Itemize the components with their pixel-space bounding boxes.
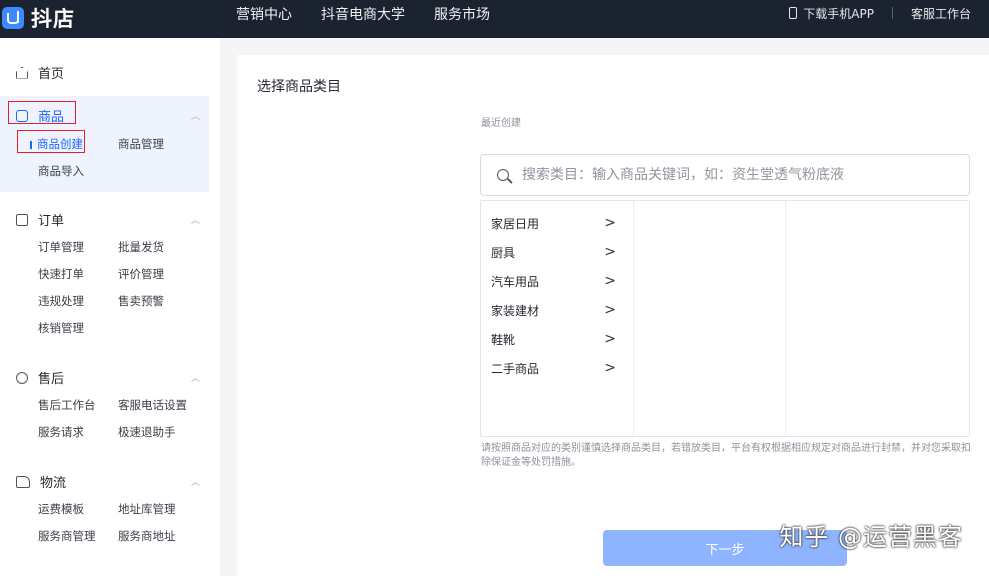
logo-text: 抖店 (31, 7, 75, 31)
sidebar-item-aftersales-desk[interactable]: 售后工作台 (38, 397, 96, 413)
sidebar-item-goods-import[interactable]: 商品导入 (38, 163, 84, 179)
chevron-right-icon: > (604, 215, 616, 231)
column-divider (633, 201, 634, 436)
chevron-right-icon: > (604, 360, 616, 376)
category-label: 家装建材 (491, 303, 540, 318)
douyin-store-logo-icon (2, 7, 24, 29)
category-item[interactable]: 二手商品 > (491, 358, 616, 378)
home-icon (16, 66, 28, 79)
chevron-up-icon: ︿ (190, 374, 200, 384)
download-app-link[interactable]: 下载手机APP (803, 5, 874, 22)
highlight-box-goods-create (17, 130, 85, 153)
order-icon (16, 213, 28, 226)
category-item[interactable]: 厨具 > (491, 242, 616, 262)
chevron-right-icon: > (604, 331, 616, 347)
sidebar-item-verification[interactable]: 核销管理 (38, 320, 84, 336)
main-content: 选择商品类目 最近创建 家居日用 > 厨具 > 汽车用品 > 家装建材 > 鞋靴 > 二手… (237, 55, 989, 576)
divider (891, 7, 893, 19)
sidebar-item-provider-address[interactable]: 服务商地址 (118, 528, 176, 544)
category-search-input[interactable] (522, 167, 942, 183)
sidebar-item-freight-template[interactable]: 运费模板 (38, 501, 84, 517)
service-desk-link[interactable]: 客服工作台 (911, 5, 971, 22)
chevron-up-icon: ︿ (190, 478, 200, 488)
sidebar-item-service-request[interactable]: 服务请求 (38, 424, 84, 440)
sidebar: 首页 商品 ︿ 商品创建 商品管理 商品导入 订单 ︿ 订单管理 批量发货 快速… (0, 38, 220, 576)
sidebar-item-sales-alert[interactable]: 售卖预警 (118, 293, 164, 309)
sidebar-group-label: 物流 (40, 476, 67, 491)
top-right-actions: 下载手机APP 客服工作台 (789, 0, 971, 26)
logo[interactable]: 抖店 (2, 3, 75, 33)
sidebar-item-provider-manage[interactable]: 服务商管理 (38, 528, 96, 544)
category-search-box[interactable] (480, 154, 970, 196)
top-nav: 营销中心 抖音电商大学 服务市场 (236, 0, 519, 28)
sidebar-item-home[interactable]: 首页 (16, 63, 64, 82)
chevron-right-icon: > (604, 302, 616, 318)
sidebar-group-label: 订单 (38, 214, 65, 229)
sidebar-item-phone-settings[interactable]: 客服电话设置 (118, 397, 187, 413)
page-title: 选择商品类目 (257, 79, 341, 95)
category-item[interactable]: 汽车用品 > (491, 271, 616, 291)
chevron-up-icon: ︿ (190, 216, 200, 226)
nav-ecommerce-university[interactable]: 抖音电商大学 (321, 4, 405, 24)
sidebar-item-batch-ship[interactable]: 批量发货 (118, 239, 164, 255)
chevron-up-icon: ︿ (190, 112, 200, 122)
sidebar-home-label: 首页 (38, 67, 65, 82)
highlight-box-goods (8, 101, 76, 124)
category-selector: 家居日用 > 厨具 > 汽车用品 > 家装建材 > 鞋靴 > 二手商品 > (480, 200, 970, 437)
recent-created-label: 最近创建 (481, 118, 521, 129)
chevron-right-icon: > (604, 244, 616, 260)
sidebar-group-orders[interactable]: 订单 ︿ (16, 210, 200, 229)
sidebar-group-aftersales[interactable]: 售后 ︿ (16, 368, 200, 387)
search-icon (497, 169, 509, 181)
category-label: 家居日用 (491, 216, 540, 231)
sidebar-item-fast-refund[interactable]: 极速退助手 (118, 424, 176, 440)
sidebar-item-violation[interactable]: 违规处理 (38, 293, 84, 309)
sidebar-group-label: 售后 (38, 372, 65, 387)
category-item[interactable]: 家装建材 > (491, 300, 616, 320)
category-item[interactable]: 鞋靴 > (491, 329, 616, 349)
nav-marketing-center[interactable]: 营销中心 (236, 4, 292, 24)
category-notice: 请按照商品对应的类别谨慎选择商品类目，若错放类目，平台有权根据相应规定对商品进行… (481, 443, 971, 468)
nav-service-market[interactable]: 服务市场 (434, 4, 490, 24)
sidebar-item-review-manage[interactable]: 评价管理 (118, 266, 164, 282)
sidebar-group-logistics[interactable]: 物流 ︿ (16, 472, 200, 491)
column-divider (785, 201, 786, 436)
truck-icon (16, 475, 30, 488)
zhihu-watermark: 知乎 @运营黑客 (779, 523, 963, 551)
sidebar-item-goods-manage[interactable]: 商品管理 (118, 136, 164, 152)
box-icon (16, 371, 28, 384)
sidebar-item-quick-print[interactable]: 快速打单 (38, 266, 84, 282)
category-label: 鞋靴 (491, 332, 516, 347)
category-label: 汽车用品 (491, 274, 540, 289)
category-label: 厨具 (491, 245, 516, 260)
category-item[interactable]: 家居日用 > (491, 213, 616, 233)
sidebar-item-order-manage[interactable]: 订单管理 (38, 239, 84, 255)
category-label: 二手商品 (491, 361, 540, 376)
chevron-right-icon: > (604, 273, 616, 289)
sidebar-item-address-library[interactable]: 地址库管理 (118, 501, 176, 517)
top-navigation-bar: 抖店 营销中心 抖音电商大学 服务市场 下载手机APP 客服工作台 (0, 0, 989, 38)
phone-icon (789, 7, 798, 19)
